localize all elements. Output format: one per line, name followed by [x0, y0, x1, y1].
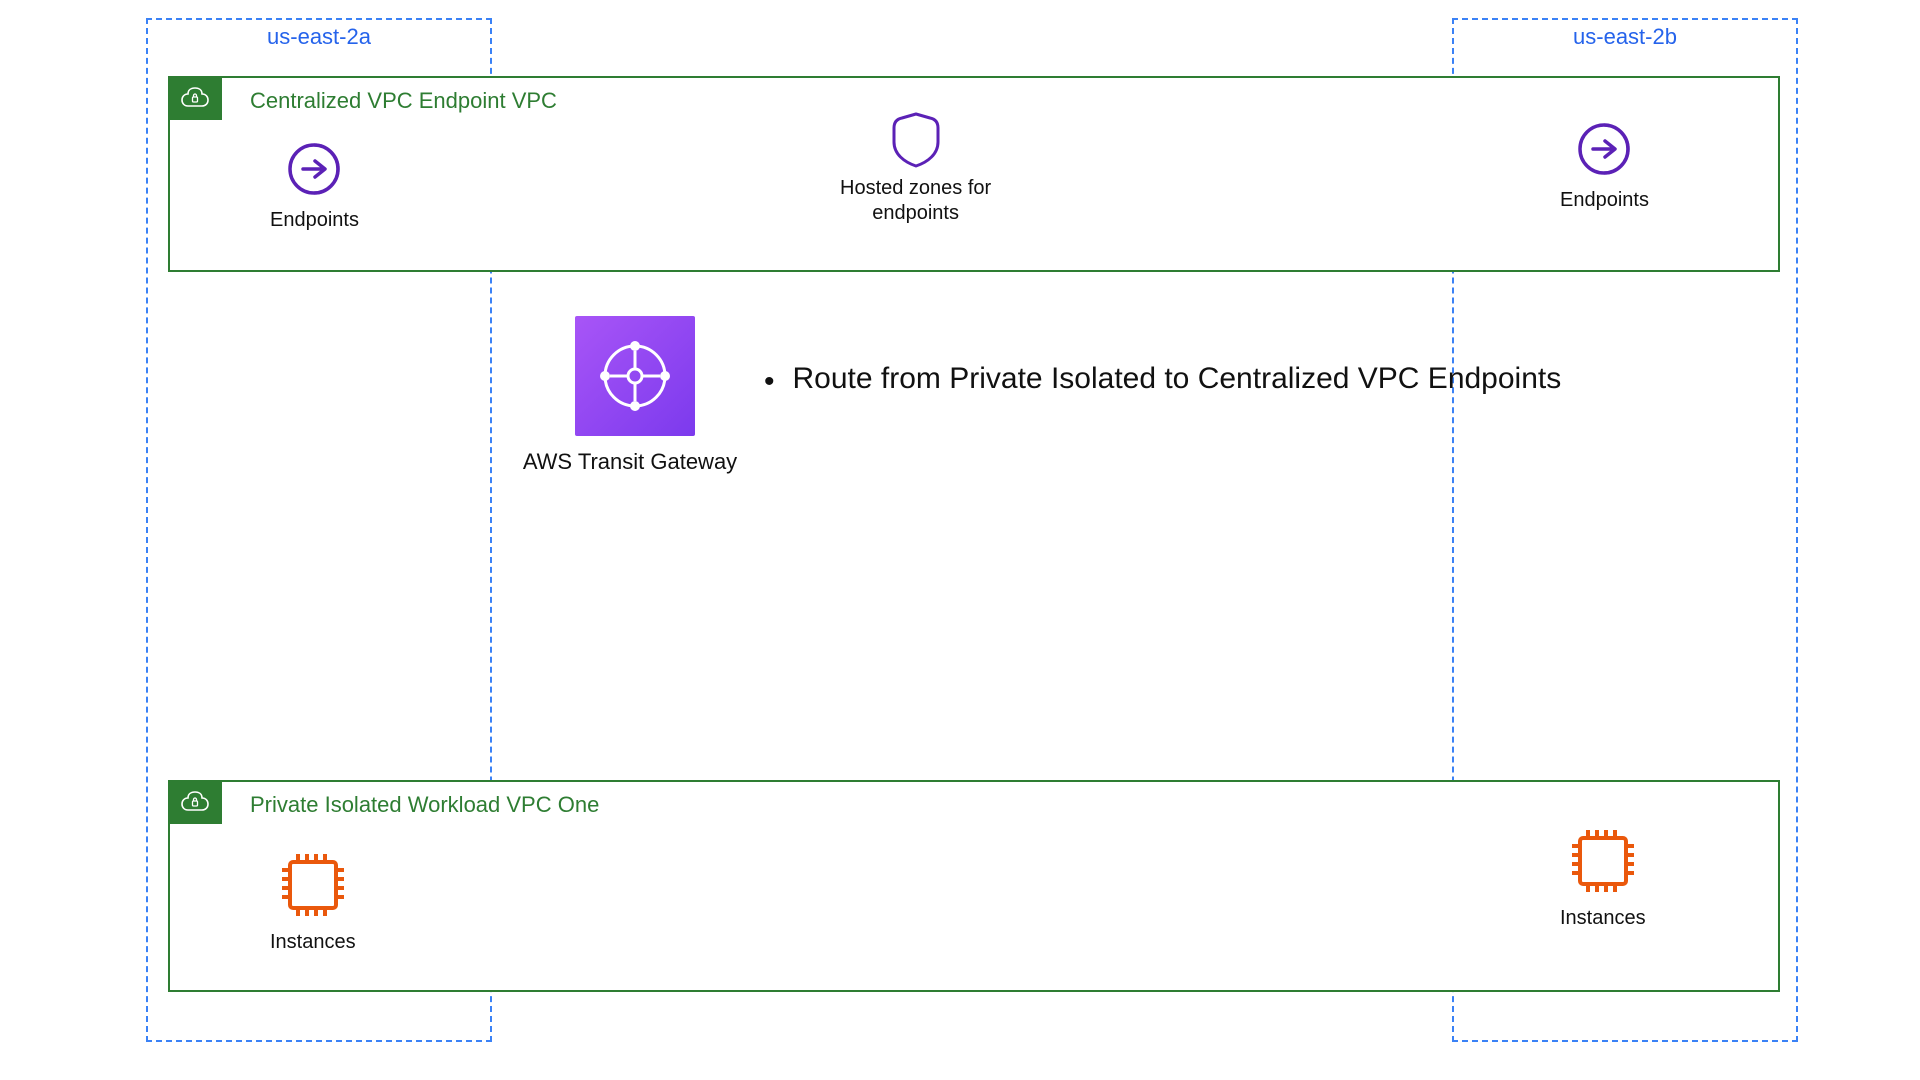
node-endpoints-right: Endpoints [1560, 116, 1649, 213]
cloud-lock-icon [178, 85, 212, 111]
shield-icon [880, 108, 952, 170]
node-endpoints-left: Endpoints [270, 136, 359, 233]
az-label-right: us-east-2b [1454, 24, 1796, 50]
bullet-text: Route from Private Isolated to Centraliz… [793, 362, 1562, 396]
az-label-left: us-east-2a [148, 24, 490, 50]
node-transit-gateway: AWS Transit Gateway [500, 316, 760, 476]
node-endpoints-right-label: Endpoints [1560, 188, 1649, 213]
vpc-centralized-badge [168, 76, 222, 120]
vpc-centralized-title: Centralized VPC Endpoint VPC [250, 88, 557, 114]
vpc-isolated-title: Private Isolated Workload VPC One [250, 792, 599, 818]
node-instances-left: Instances [270, 846, 356, 955]
cloud-lock-icon [178, 789, 212, 815]
node-endpoints-left-label: Endpoints [270, 208, 359, 233]
node-hosted-zones-label: Hosted zones for endpoints [840, 176, 991, 226]
chip-icon [1564, 822, 1642, 900]
vpc-isolated-badge [168, 780, 222, 824]
node-instances-right-label: Instances [1560, 906, 1646, 931]
node-hosted-zones: Hosted zones for endpoints [840, 108, 991, 226]
transit-gateway-tile [575, 316, 695, 436]
chip-icon [274, 846, 352, 924]
bullet-route-note: • Route from Private Isolated to Central… [764, 362, 1664, 401]
endpoint-icon [281, 136, 347, 202]
vpc-isolated: Private Isolated Workload VPC One Instan… [168, 780, 1780, 992]
vpc-centralized: Centralized VPC Endpoint VPC Endpoints H… [168, 76, 1780, 272]
endpoint-icon [1571, 116, 1637, 182]
node-instances-right: Instances [1560, 822, 1646, 931]
node-instances-left-label: Instances [270, 930, 356, 955]
bullet-dot: • [764, 362, 775, 401]
transit-gateway-label: AWS Transit Gateway [523, 448, 737, 476]
transit-gateway-icon [592, 333, 678, 419]
